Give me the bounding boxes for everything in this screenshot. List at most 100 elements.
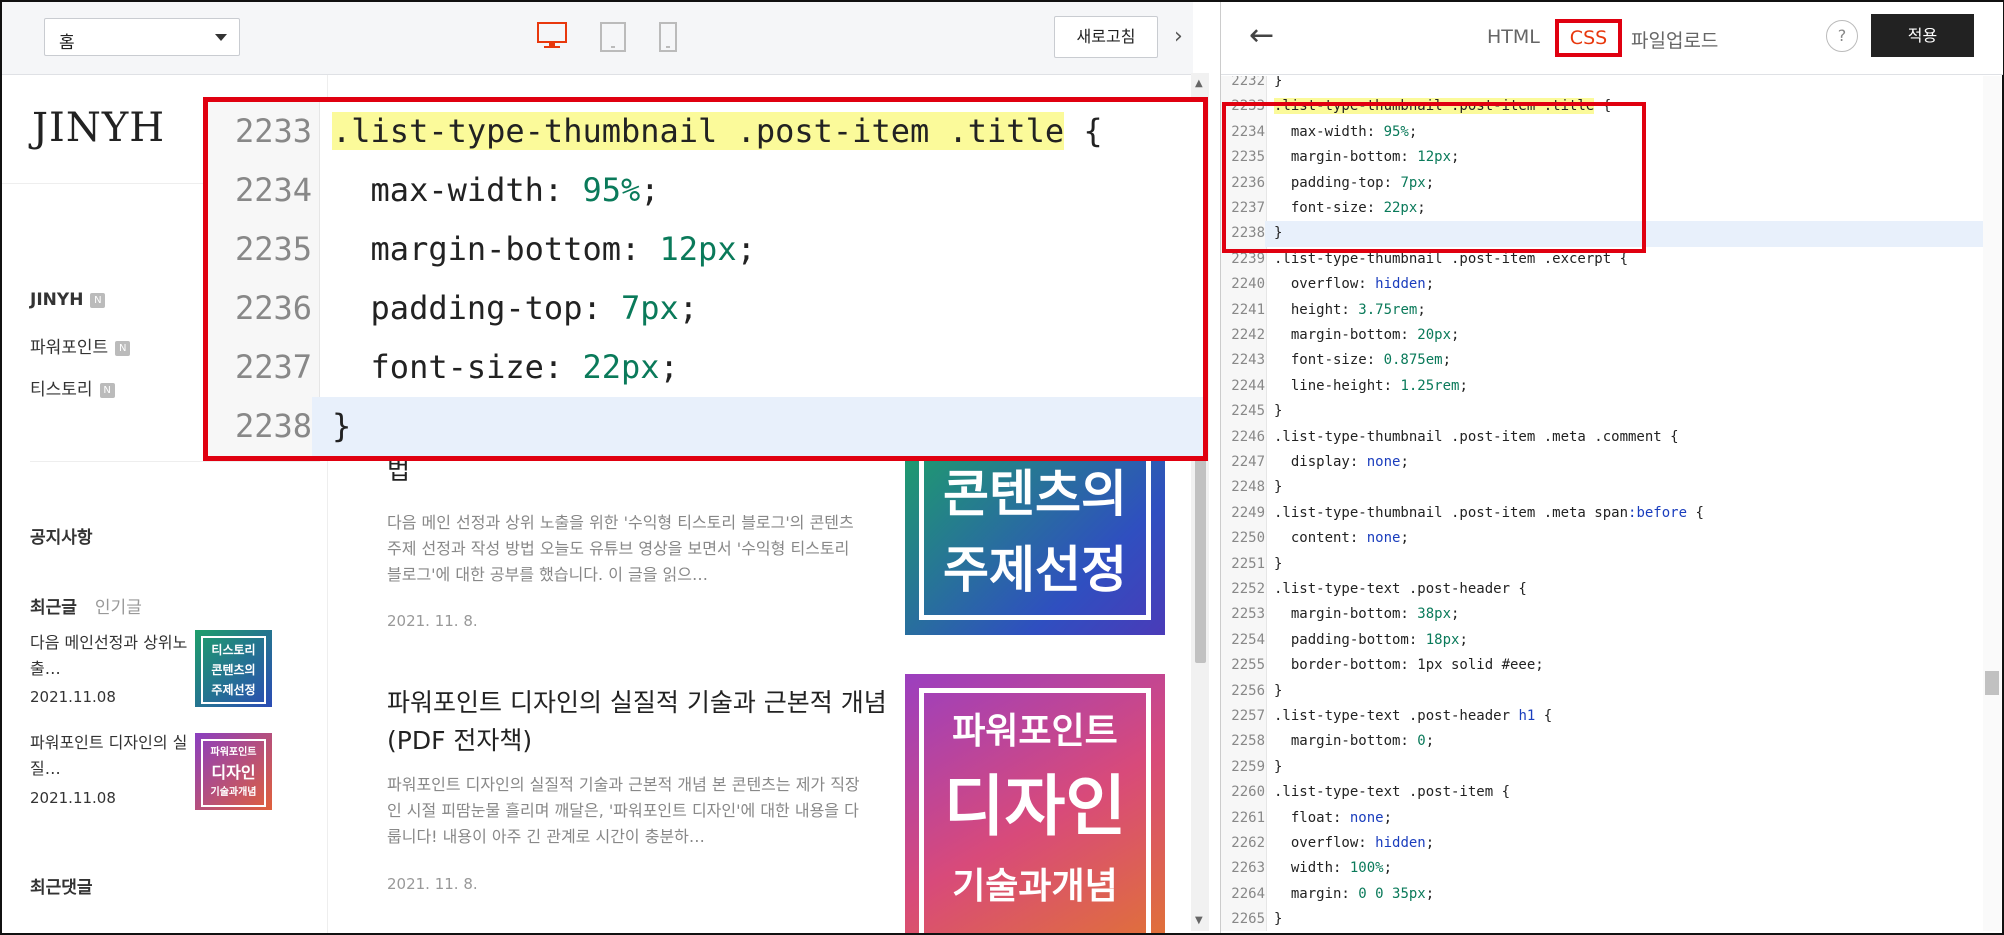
chevron-right-icon[interactable]: › [1174, 24, 1183, 49]
editor-scrollbar[interactable] [1983, 76, 2001, 931]
mobile-view-button[interactable] [659, 22, 677, 56]
scroll-down-icon[interactable]: ▼ [1195, 915, 1203, 926]
scrollbar-thumb[interactable] [1195, 453, 1206, 663]
code-line[interactable]: 2263 width: 100%; [1221, 856, 1983, 881]
recent-post-title[interactable]: 다음 메인선정과 상위노출… [30, 630, 200, 682]
tablet-view-button[interactable] [600, 22, 626, 56]
property-text: margin-bottom: [332, 230, 660, 268]
recent-post-thumbnail[interactable]: 티스토리 콘텐츠의 주제선정 [195, 630, 272, 707]
recent-post-thumbnail[interactable]: 파워포인트 디자인 기술과개념 [195, 733, 272, 810]
post-title[interactable]: 파워포인트 디자인의 실질적 기술과 근본적 개념 (PDF 전자책) [387, 684, 887, 760]
page-select[interactable]: 홈 [44, 18, 240, 56]
thumb-text: 파워포인트 [210, 747, 257, 758]
line-number: 2246 [1231, 428, 1265, 445]
recent-comments-heading[interactable]: 최근댓글 [30, 873, 93, 898]
code-line[interactable]: 2241 height: 3.75rem; [1221, 298, 1983, 323]
code-line[interactable]: 2244 line-height: 1.25rem; [1221, 374, 1983, 399]
post-excerpt[interactable]: 다음 메인 선정과 상위 노출을 위한 '수익형 티스토리 블로그'의 콘텐츠 … [387, 510, 862, 588]
apply-button[interactable]: 적용 [1871, 14, 1974, 57]
code-text: display: none; [1274, 454, 1409, 470]
code-line[interactable]: 2252 .list-type-text .post-header { [1221, 577, 1983, 602]
code-text: padding-top: 7px; [332, 279, 699, 338]
zoom-line-active: 2238 } [208, 397, 1203, 456]
post-thumbnail[interactable]: 콘텐츠의 주제선정 [905, 442, 1165, 635]
code-line[interactable]: 2260 .list-type-text .post-item { [1221, 780, 1983, 805]
code-line[interactable]: 2240 overflow: hidden; [1221, 272, 1983, 297]
code-line[interactable]: 2242 margin-bottom: 20px; [1221, 323, 1983, 348]
tab-recent[interactable]: 최근글 [30, 598, 77, 618]
line-number: 2253 [1231, 606, 1265, 623]
line-number: 2240 [1231, 276, 1265, 293]
line-number: 2263 [1231, 860, 1265, 877]
code-line[interactable]: 2254 padding-bottom: 18px; [1221, 628, 1983, 653]
tab-popular[interactable]: 인기글 [95, 598, 142, 618]
line-number: 2256 [1231, 682, 1265, 699]
blog-logo[interactable]: JINYH [32, 105, 165, 151]
thumb-text: 기술과개념 [952, 866, 1118, 907]
line-number: 2233 [234, 112, 312, 150]
code-line[interactable]: 2245} [1221, 399, 1983, 424]
code-line[interactable]: 2249 .list-type-thumbnail .post-item .met… [1221, 501, 1983, 526]
code-line[interactable]: 2232} [1221, 76, 1983, 94]
value-text: 95% [582, 171, 641, 209]
editor-toolbar: ← HTML CSS 파일업로드 ? 적용 [1221, 2, 2003, 75]
post-excerpt[interactable]: 파워포인트 디자인의 실질적 기술과 근본적 개념 본 콘텐츠는 제가 직장인 … [387, 772, 862, 850]
code-line[interactable]: 2255 border-bottom: 1px solid #eee; [1221, 653, 1983, 678]
refresh-button[interactable]: 새로고침 [1054, 16, 1158, 58]
code-line[interactable]: 2243 font-size: 0.875em; [1221, 348, 1983, 373]
line-number: 2250 [1231, 530, 1265, 547]
code-text: .list-type-text .post-header { [1274, 581, 1527, 597]
code-line[interactable]: 2247 display: none; [1221, 450, 1983, 475]
code-text: font-size: 0.875em; [1274, 352, 1452, 369]
page-select-value: 홈 [59, 33, 75, 53]
notice-heading[interactable]: 공지사항 [30, 523, 93, 548]
new-badge: N [90, 292, 106, 308]
line-number: 2260 [1231, 784, 1265, 801]
help-icon[interactable]: ? [1826, 20, 1858, 52]
scrollbar-thumb[interactable] [1985, 671, 1999, 695]
code-line[interactable]: 2265} [1221, 907, 1983, 931]
property-text: padding-top: [332, 289, 621, 327]
line-number: 2257 [1231, 708, 1265, 724]
code-line[interactable]: 2257 .list-type-text .post-header h1 { [1221, 704, 1983, 729]
code-line[interactable]: 2264 margin: 0 0 35px; [1221, 882, 1983, 907]
code-line[interactable]: 2258 margin-bottom: 0; [1221, 729, 1983, 754]
code-line[interactable]: 2251} [1221, 552, 1983, 577]
code-line[interactable]: 2248} [1221, 475, 1983, 500]
desktop-view-button[interactable] [537, 22, 567, 54]
zoomed-code-callout: 2233 .list-type-thumbnail .post-item .ti… [203, 97, 1208, 461]
scroll-up-icon[interactable]: ▲ [1195, 78, 1203, 89]
code-line[interactable]: 2256} [1221, 679, 1983, 704]
tab-file-upload[interactable]: 파일업로드 [1631, 26, 1718, 53]
semicolon: ; [640, 171, 660, 209]
code-line[interactable]: 2246 .list-type-thumbnail .post-item .met… [1221, 425, 1983, 450]
category-item[interactable]: 파워포인트 N [30, 333, 131, 358]
category-item[interactable]: JINYH N [30, 290, 106, 310]
thumb-text: 디자인 [211, 763, 256, 782]
code-text: font-size: 22px; [332, 338, 679, 397]
preview-toolbar: 홈 새로고침 › [2, 2, 1193, 75]
thumb-text: 티스토리 [211, 643, 256, 657]
post-thumbnail[interactable]: 파워포인트 디자인 기술과개념 [905, 674, 1165, 933]
value-text: 22px [582, 348, 660, 386]
back-arrow-icon[interactable]: ← [1249, 18, 1274, 53]
code-line[interactable]: 2253 margin-bottom: 38px; [1221, 602, 1983, 627]
line-number: 2264 [1231, 885, 1265, 902]
category-item[interactable]: 티스토리 N [30, 375, 115, 400]
recent-post-title[interactable]: 파워포인트 디자인의 실질… [30, 730, 200, 782]
code-line[interactable]: 2250 content: none; [1221, 526, 1983, 551]
code-text: margin-bottom: 12px; [332, 220, 756, 279]
mobile-icon [659, 22, 677, 52]
code-text: .list-type-text .post-item { [1274, 784, 1511, 801]
tab-css[interactable]: CSS [1555, 19, 1622, 57]
code-line[interactable]: 2262 overflow: hidden; [1221, 831, 1983, 856]
line-number: 2243 [1231, 352, 1265, 369]
code-text: content: none; [1274, 530, 1409, 547]
code-text: } [332, 397, 351, 456]
line-number: 2238 [208, 397, 312, 456]
tab-html[interactable]: HTML [1487, 26, 1540, 48]
selector-text: .list-type-thumbnail .post-item .title [332, 112, 1065, 150]
code-line[interactable]: 2259} [1221, 755, 1983, 780]
code-line[interactable]: 2261 float: none; [1221, 806, 1983, 831]
thumb-text: 주제선정 [211, 683, 256, 697]
